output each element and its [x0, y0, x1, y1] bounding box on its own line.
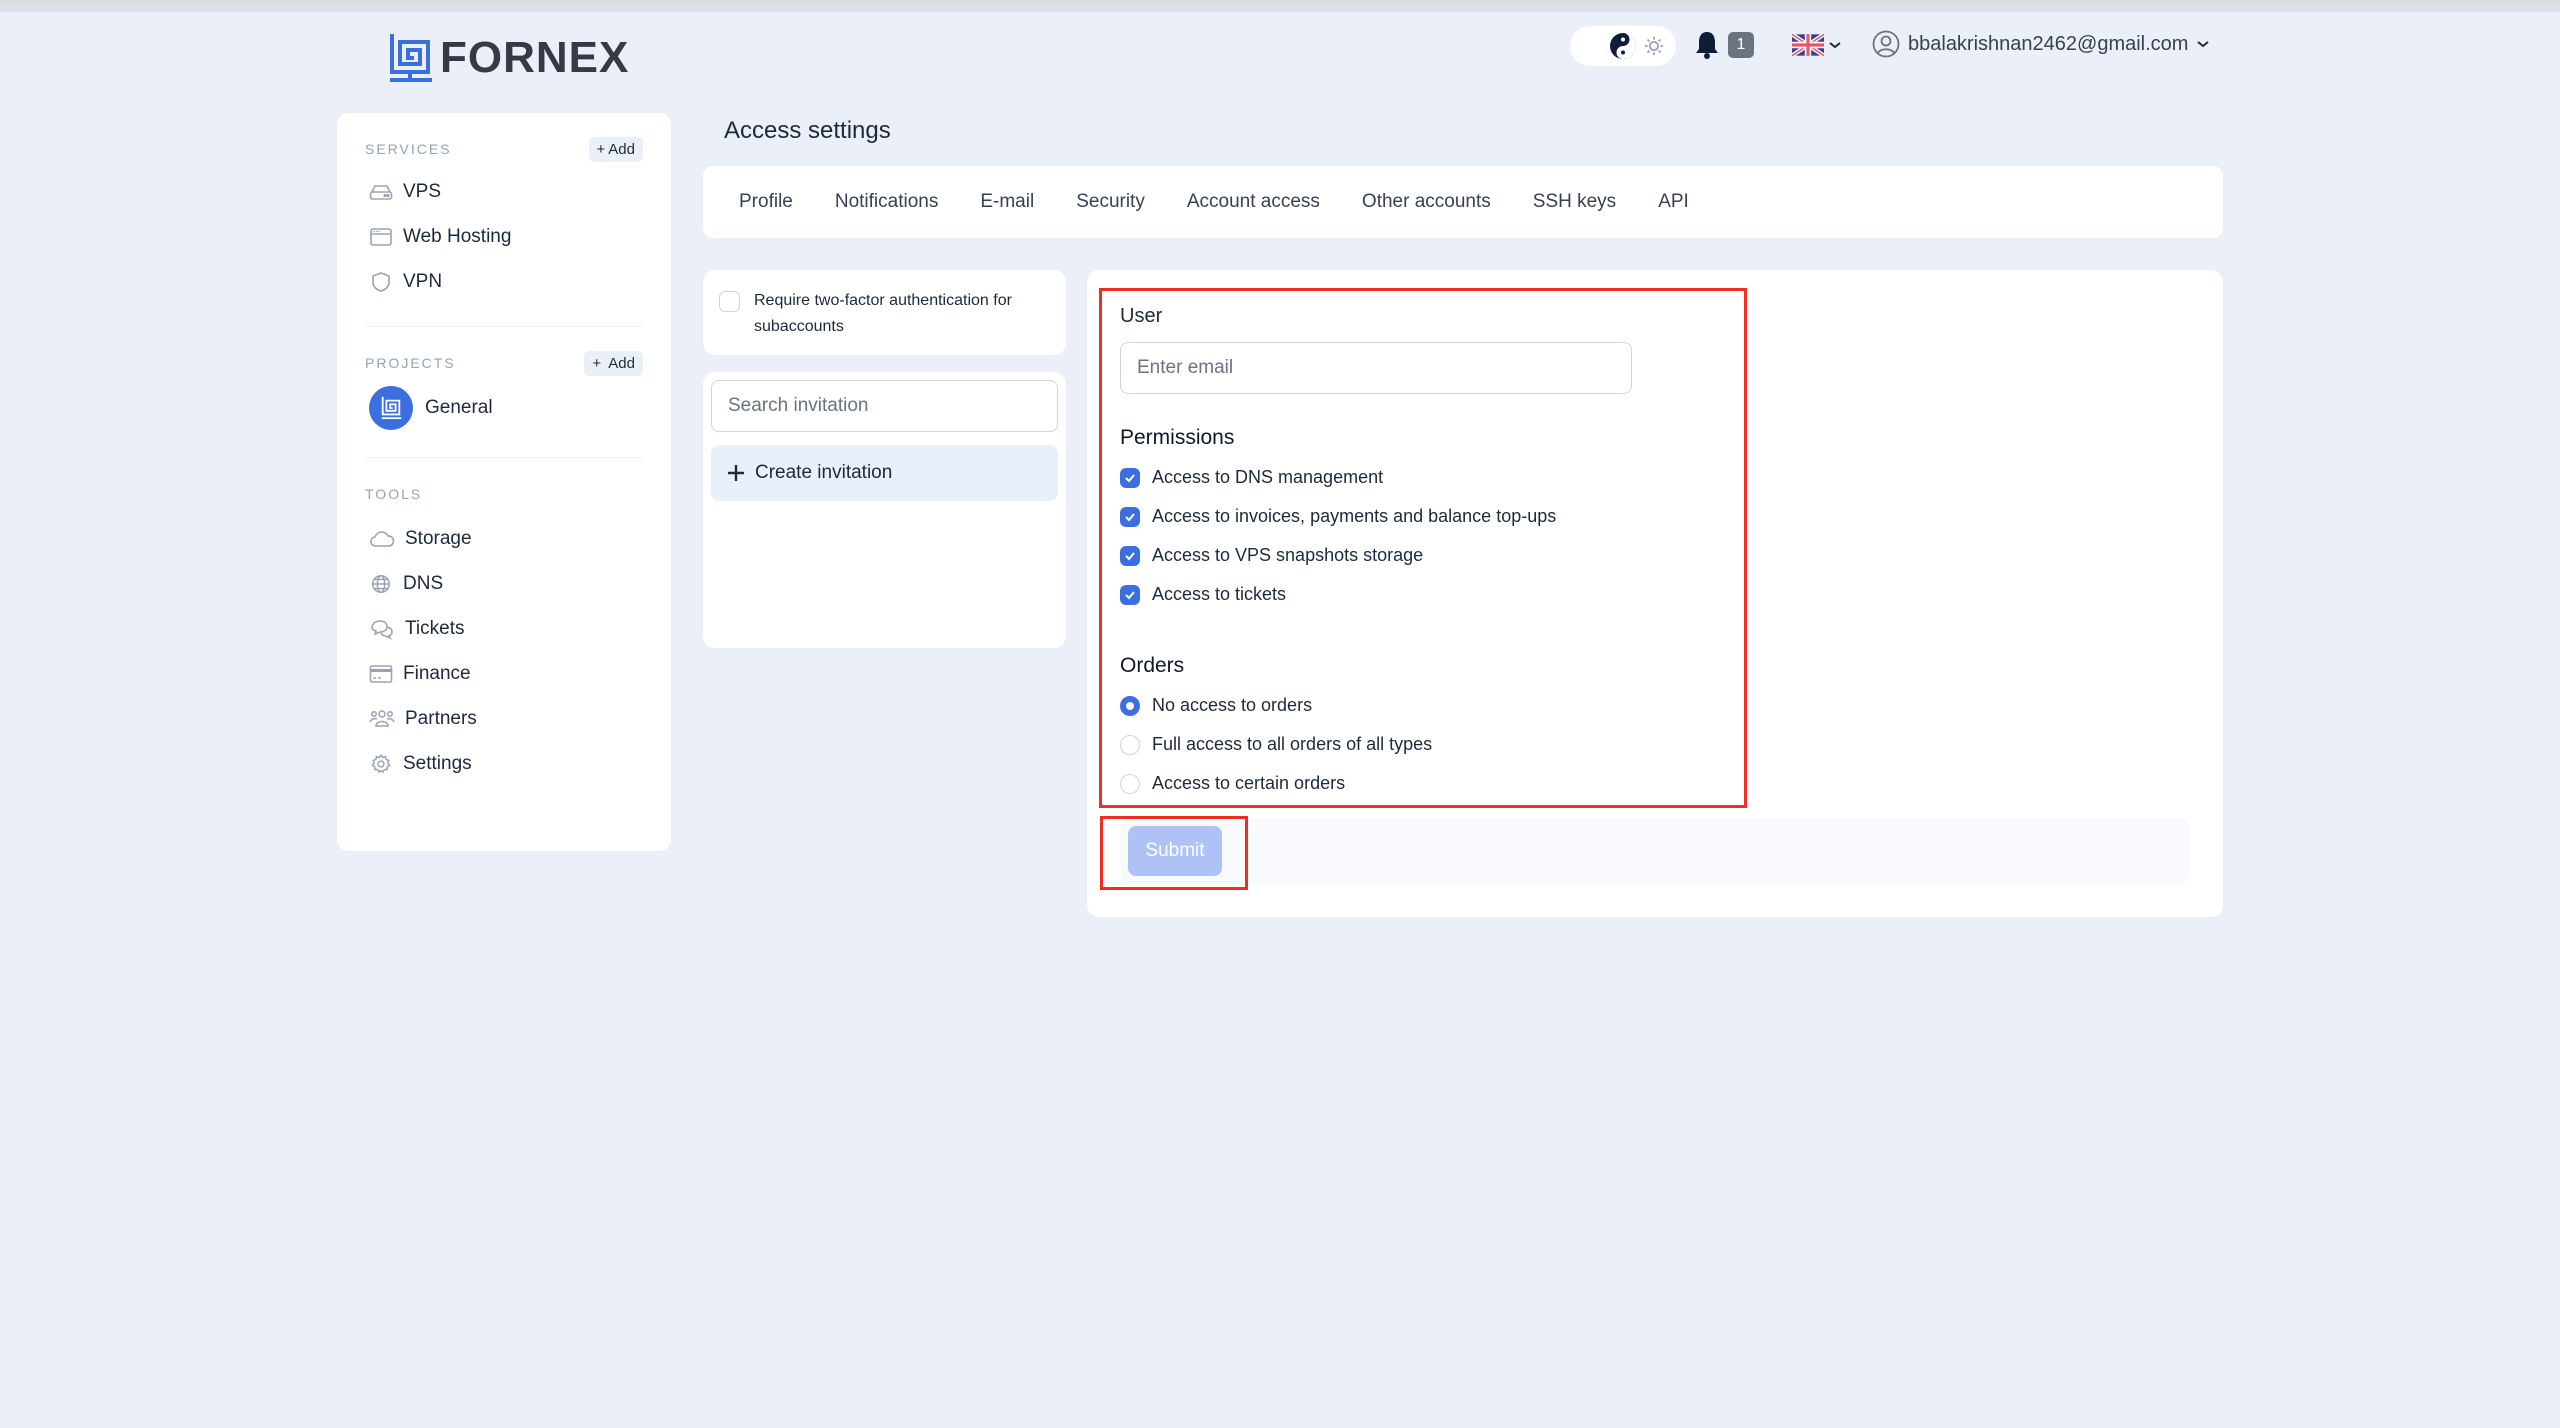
radio-selected[interactable] — [1120, 695, 1140, 716]
user-email: bbalakrishnan2462@gmail.com — [1908, 32, 2189, 55]
server-icon — [369, 184, 393, 200]
tab-api[interactable]: API — [1658, 191, 1689, 213]
search-invitation-input[interactable] — [711, 380, 1058, 432]
plus-icon: + — [596, 140, 606, 158]
notification-count-badge[interactable]: 1 — [1728, 32, 1754, 58]
chat-bubbles-icon — [371, 619, 393, 640]
sidebar-item-project-general[interactable]: General — [365, 377, 643, 439]
chevron-down-icon — [1829, 42, 1841, 49]
check-icon — [1125, 551, 1135, 560]
checkbox-checked[interactable] — [1120, 545, 1140, 566]
page-title: Access settings — [724, 117, 891, 144]
sun-icon[interactable] — [1643, 35, 1665, 57]
twofa-requirement-card: Require two-factor authentication for su… — [703, 270, 1066, 355]
submit-button[interactable]: Submit — [1128, 826, 1222, 876]
twofa-label: Require two-factor authentication for su… — [754, 292, 1012, 335]
theme-switcher[interactable] — [1570, 26, 1676, 66]
browser-top-strip — [0, 0, 2560, 12]
shield-icon — [372, 271, 390, 292]
invitation-form-card: User Permissions Access to DNS managemen… — [1087, 270, 2223, 917]
add-service-button[interactable]: + Add — [588, 136, 643, 162]
create-invitation-button[interactable]: Create invitation — [711, 445, 1058, 501]
sidebar-item-finance[interactable]: Finance — [365, 651, 643, 696]
settings-tabs: Profile Notifications E-mail Security Ac… — [703, 166, 2223, 238]
permissions-list: Access to DNS management Access to invoi… — [1120, 458, 1726, 614]
browser-window-icon — [370, 227, 392, 246]
check-icon — [1125, 590, 1135, 599]
twofa-checkbox[interactable] — [719, 291, 740, 312]
language-selector[interactable] — [1792, 34, 1842, 56]
sidebar-services: SERVICES + Add VPS Web Hosting VPN — [365, 113, 643, 304]
permissions-heading: Permissions — [1120, 426, 1235, 449]
tab-profile[interactable]: Profile — [739, 191, 793, 213]
checkbox-checked[interactable] — [1120, 506, 1140, 527]
sidebar: SERVICES + Add VPS Web Hosting VPN PROJEC… — [337, 113, 671, 851]
checkbox-checked[interactable] — [1120, 584, 1140, 605]
sidebar-item-dns[interactable]: DNS — [365, 561, 643, 606]
permission-invoices[interactable]: Access to invoices, payments and balance… — [1120, 497, 1726, 536]
add-project-button[interactable]: + Add — [584, 350, 643, 376]
check-icon — [1125, 512, 1135, 521]
projects-heading: PROJECTS — [365, 355, 456, 371]
sidebar-item-settings[interactable]: Settings — [365, 741, 643, 786]
project-avatar — [369, 386, 413, 430]
sidebar-item-vps[interactable]: VPS — [365, 169, 643, 214]
invitations-panel: Create invitation — [703, 372, 1066, 648]
sidebar-item-storage[interactable]: Storage — [365, 516, 643, 561]
tab-notifications[interactable]: Notifications — [835, 191, 939, 213]
sidebar-tools: TOOLS Storage DNS Tickets Finance Partne… — [365, 458, 643, 786]
credit-card-icon — [369, 664, 393, 683]
tab-ssh-keys[interactable]: SSH keys — [1533, 191, 1616, 213]
user-avatar-icon — [1872, 30, 1900, 58]
orders-option-full-access[interactable]: Full access to all orders of all types — [1120, 725, 1726, 764]
check-icon — [1125, 473, 1135, 482]
orders-heading: Orders — [1120, 654, 1185, 677]
user-email-input[interactable] — [1120, 342, 1632, 394]
yin-yang-icon[interactable] — [1609, 32, 1637, 60]
tools-heading: TOOLS — [365, 486, 423, 502]
plus-icon — [728, 465, 744, 481]
users-icon — [369, 709, 395, 727]
services-heading: SERVICES — [365, 141, 452, 157]
uk-flag-icon — [1792, 34, 1824, 56]
tab-account-access[interactable]: Account access — [1187, 191, 1320, 213]
bell-icon[interactable] — [1694, 30, 1720, 60]
header-toolbar: 1 bbalakrishnan2462@gmail.com — [0, 22, 2560, 66]
permission-dns[interactable]: Access to DNS management — [1120, 458, 1726, 497]
orders-option-certain-orders[interactable]: Access to certain orders — [1120, 764, 1726, 803]
user-label: User — [1120, 305, 1163, 327]
orders-option-no-access[interactable]: No access to orders — [1120, 686, 1726, 725]
moon-icon[interactable] — [1581, 35, 1603, 57]
tab-email[interactable]: E-mail — [980, 191, 1034, 213]
cloud-icon — [370, 530, 395, 547]
sidebar-item-vpn[interactable]: VPN — [365, 259, 643, 304]
invitation-form-highlight: User Permissions Access to DNS managemen… — [1099, 288, 1747, 808]
tab-other-accounts[interactable]: Other accounts — [1362, 191, 1491, 213]
radio-unselected[interactable] — [1120, 773, 1140, 794]
fornex-logo-icon — [381, 396, 402, 420]
sidebar-projects: PROJECTS + Add General — [365, 327, 643, 439]
permission-tickets[interactable]: Access to tickets — [1120, 575, 1726, 614]
sidebar-item-tickets[interactable]: Tickets — [365, 606, 643, 651]
user-menu[interactable]: bbalakrishnan2462@gmail.com — [1872, 30, 2210, 58]
chevron-down-icon — [2197, 41, 2210, 48]
tab-security[interactable]: Security — [1076, 191, 1145, 213]
permission-vps-snapshots[interactable]: Access to VPS snapshots storage — [1120, 536, 1726, 575]
form-footer-bar — [1121, 818, 2189, 884]
radio-unselected[interactable] — [1120, 734, 1140, 755]
orders-options: No access to orders Full access to all o… — [1120, 686, 1726, 803]
sidebar-item-partners[interactable]: Partners — [365, 696, 643, 741]
gear-icon — [371, 753, 391, 773]
sidebar-item-web-hosting[interactable]: Web Hosting — [365, 214, 643, 259]
globe-icon — [372, 574, 390, 593]
checkbox-checked[interactable] — [1120, 467, 1140, 488]
plus-icon: + — [592, 354, 606, 372]
